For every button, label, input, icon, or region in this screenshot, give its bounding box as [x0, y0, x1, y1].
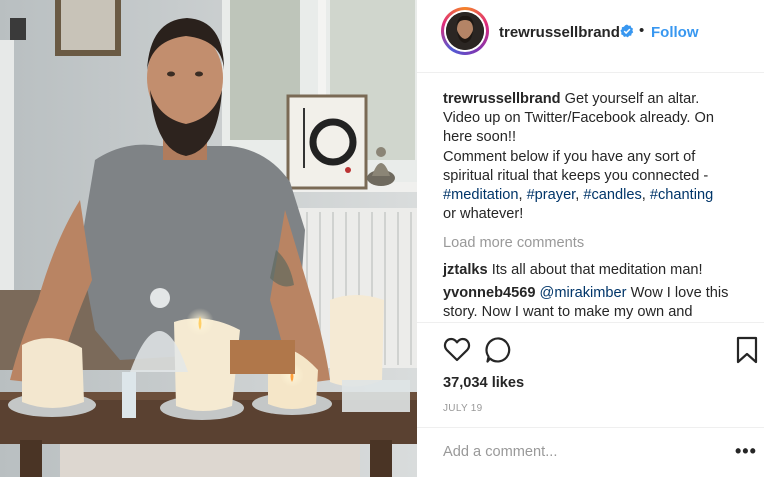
caption-line-1: Get yourself an altar. — [564, 91, 700, 107]
comment-text-cont: story. Now I want to make my own and — [443, 304, 693, 321]
hashtag-meditation[interactable]: #meditation — [443, 187, 518, 203]
post-date[interactable]: JULY 19 — [443, 403, 483, 414]
caption-username[interactable]: trewrussellbrand — [443, 91, 561, 107]
post-actions — [439, 336, 761, 366]
bookmark-icon[interactable] — [733, 336, 761, 364]
post-image — [0, 0, 417, 477]
comment-username[interactable]: jztalks — [443, 262, 488, 278]
comments-section: trewrussellbrand Get yourself an altar. … — [443, 90, 743, 322]
hashtag-candles[interactable]: #candles — [583, 187, 641, 203]
caption-line-2: Video up on Twitter/Facebook already. On — [443, 110, 714, 127]
actions-divider — [417, 322, 764, 323]
post-sidebar: trewrussellbrand • Follow trewrussellbra… — [417, 0, 764, 477]
post-photo[interactable] — [0, 0, 417, 477]
post-username[interactable]: trewrussellbrand — [499, 24, 620, 41]
separator-dot: • — [639, 22, 645, 39]
caption-line-5: spiritual ritual that keeps you connecte… — [443, 167, 709, 184]
post-header: trewrussellbrand • Follow — [417, 0, 764, 73]
avatar-story-ring[interactable] — [441, 7, 489, 55]
verified-badge-icon — [620, 24, 634, 38]
caption-line-4: Comment below if you have any sort of — [443, 148, 696, 165]
caption-line-3: here soon!! — [443, 129, 517, 146]
comment-text: Wow I love this — [626, 284, 729, 301]
more-options-icon[interactable]: ••• — [735, 441, 757, 462]
comment-item: jztalks Its all about that meditation ma… — [443, 261, 743, 280]
post-caption: trewrussellbrand Get yourself an altar. … — [443, 91, 714, 223]
hashtag-prayer[interactable]: #prayer — [527, 187, 576, 203]
add-comment-input[interactable]: Add a comment... — [443, 444, 557, 460]
caption-line-7: or whatever! — [443, 206, 524, 223]
comment-item: yvonneb4569 @mirakimber Wow I love this … — [443, 284, 743, 322]
comment-text: Its all about that meditation man! — [491, 261, 703, 278]
avatar — [446, 12, 484, 50]
comment-username[interactable]: yvonneb4569 — [443, 285, 535, 301]
heart-icon[interactable] — [443, 336, 471, 364]
load-more-comments-button[interactable]: Load more comments — [443, 234, 743, 253]
add-comment-row: Add a comment... ••• — [417, 427, 764, 478]
hashtag-chanting[interactable]: #chanting — [650, 187, 713, 203]
follow-button[interactable]: Follow — [651, 24, 699, 41]
comment-icon[interactable] — [485, 336, 513, 364]
comment-mention[interactable]: @mirakimber — [540, 285, 627, 301]
likes-count[interactable]: 37,034 likes — [443, 375, 524, 391]
